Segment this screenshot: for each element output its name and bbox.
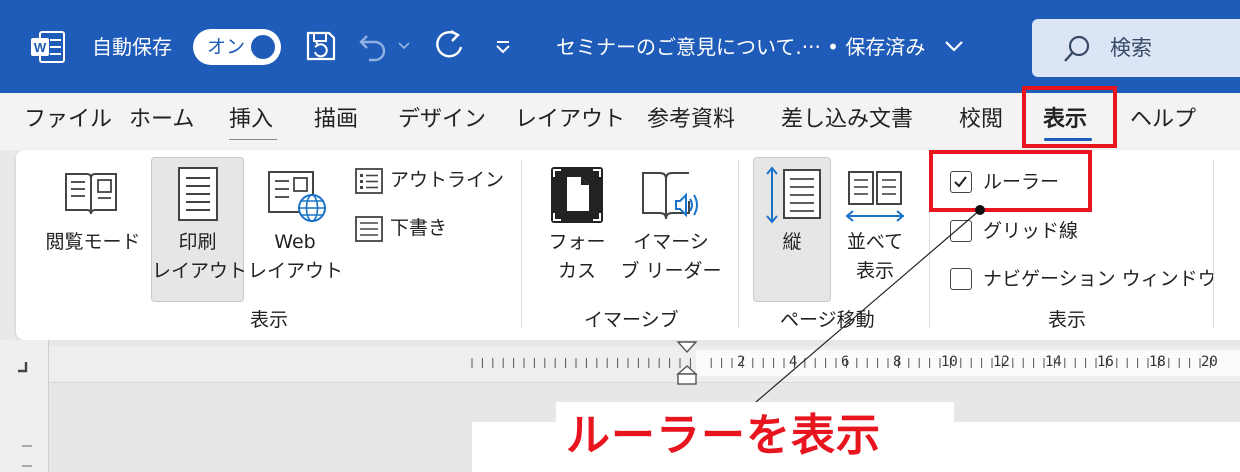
immersive-reader-label-2: ブ リーダー — [620, 260, 722, 282]
immersive-reader-button[interactable]: イマーシ ブ リーダー — [618, 228, 724, 286]
ruler-number: 14 — [1045, 354, 1062, 370]
tab-help[interactable]: ヘルプ — [1130, 104, 1196, 136]
tab-stop-icon[interactable] — [16, 360, 30, 374]
outline-icon — [355, 168, 383, 194]
chevron-down-icon[interactable] — [943, 38, 965, 54]
side-by-side-icon — [845, 171, 905, 222]
autosave-toggle[interactable]: オン — [193, 29, 281, 65]
word-app-icon[interactable]: W — [31, 31, 65, 63]
web-layout-label-2: レイアウト — [248, 260, 344, 282]
side-by-side-button[interactable]: 並べて 表示 — [835, 228, 915, 286]
ruler-ticks — [471, 358, 1211, 368]
tab-draw[interactable]: 描画 — [314, 104, 358, 136]
group-separator — [1213, 160, 1214, 328]
side-by-side-label-2: 表示 — [855, 260, 894, 282]
focus-label-1: フォー — [548, 231, 606, 253]
toggle-knob — [251, 35, 275, 59]
vertical-button[interactable]: 縦 — [753, 157, 831, 302]
title-bar: W 自動保存 オン セミナーのご意見について.··· • 保存済み 検索 — [0, 0, 1240, 93]
search-label: 検索 — [1110, 36, 1152, 60]
view-tab-highlight — [1022, 86, 1117, 148]
indent-markers[interactable] — [676, 340, 698, 388]
gridlines-checkbox[interactable] — [950, 220, 972, 242]
tab-file[interactable]: ファイル — [24, 104, 112, 136]
search-box[interactable]: 検索 — [1032, 19, 1240, 77]
svg-text:W: W — [34, 40, 47, 55]
immersive-group-label: イマーシブ — [584, 309, 679, 331]
ruler-number: 20 — [1201, 354, 1218, 370]
ruler-corner — [0, 340, 49, 472]
print-layout-button[interactable]: 印刷 レイアウト — [151, 157, 248, 302]
redo-icon[interactable] — [431, 27, 467, 63]
side-by-side-label-1: 並べて — [846, 231, 904, 253]
read-mode-icon — [65, 173, 117, 215]
tab-home[interactable]: ホーム — [129, 104, 194, 136]
outline-button[interactable]: アウトライン — [390, 166, 504, 195]
save-icon[interactable] — [303, 28, 339, 64]
ruler-number: 12 — [993, 354, 1010, 370]
views-group-label: 表示 — [250, 309, 289, 331]
undo-dropdown-icon[interactable] — [397, 40, 411, 52]
read-mode-button[interactable]: 閲覧モード — [42, 228, 144, 257]
document-title[interactable]: セミナーのご意見について.··· • 保存済み — [556, 33, 925, 61]
tab-review[interactable]: 校閲 — [959, 104, 1003, 136]
group-separator — [738, 160, 739, 328]
immersive-reader-label-1: イマーシ — [633, 231, 709, 253]
tab-layout[interactable]: レイアウト — [515, 104, 625, 136]
customize-toolbar-icon[interactable] — [494, 38, 512, 56]
focus-button[interactable]: フォー カス — [538, 228, 616, 286]
ruler-number: 8 — [893, 354, 902, 370]
web-layout-button[interactable]: Web レイアウト — [248, 228, 344, 286]
tab-mailings[interactable]: 差し込み文書 — [781, 104, 913, 136]
vertical-scroll-icon — [766, 166, 821, 224]
gridlines-label[interactable]: グリッド線 — [983, 217, 1078, 246]
ruler-number: 4 — [789, 354, 798, 370]
read-mode-label: 閲覧モード — [45, 231, 141, 253]
tab-design[interactable]: デザイン — [398, 104, 486, 136]
autosave-label: 自動保存 — [92, 35, 172, 59]
tab-insert[interactable]: 挿入 — [229, 104, 273, 136]
web-layout-label-1: Web — [274, 231, 316, 253]
print-layout-icon — [178, 167, 218, 221]
web-layout-icon — [268, 171, 326, 222]
navigation-pane-checkbox[interactable] — [950, 268, 972, 290]
undo-icon[interactable] — [357, 30, 391, 62]
ruler-number: 6 — [841, 354, 850, 370]
search-icon — [1064, 35, 1090, 62]
tab-references[interactable]: 参考資料 — [647, 104, 735, 136]
ruler-number: 2 — [737, 354, 746, 370]
draft-icon — [355, 216, 383, 242]
page-movement-group-label: ページ移動 — [780, 309, 875, 331]
ruler-number: 16 — [1097, 354, 1114, 370]
show-group-label: 表示 — [1048, 309, 1087, 331]
focus-label-2: カス — [557, 260, 596, 282]
insert-underline — [229, 139, 277, 140]
focus-icon — [551, 167, 603, 223]
navigation-pane-label[interactable]: ナビゲーション ウィンドウ — [983, 265, 1217, 294]
ruler-number: 10 — [941, 354, 958, 370]
vertical-label: 縦 — [782, 231, 802, 253]
draft-button[interactable]: 下書き — [390, 214, 447, 243]
vertical-ruler-marks — [22, 445, 32, 467]
immersive-reader-icon — [642, 172, 698, 220]
group-separator — [521, 160, 522, 328]
ruler-number: 18 — [1149, 354, 1166, 370]
callout-text: ルーラーを表示 — [566, 410, 881, 461]
ruler-option-highlight — [929, 150, 1092, 212]
print-layout-label-1: 印刷 — [178, 231, 217, 253]
toggle-label: オン — [207, 36, 246, 58]
print-layout-label-2: レイアウト — [152, 260, 248, 282]
